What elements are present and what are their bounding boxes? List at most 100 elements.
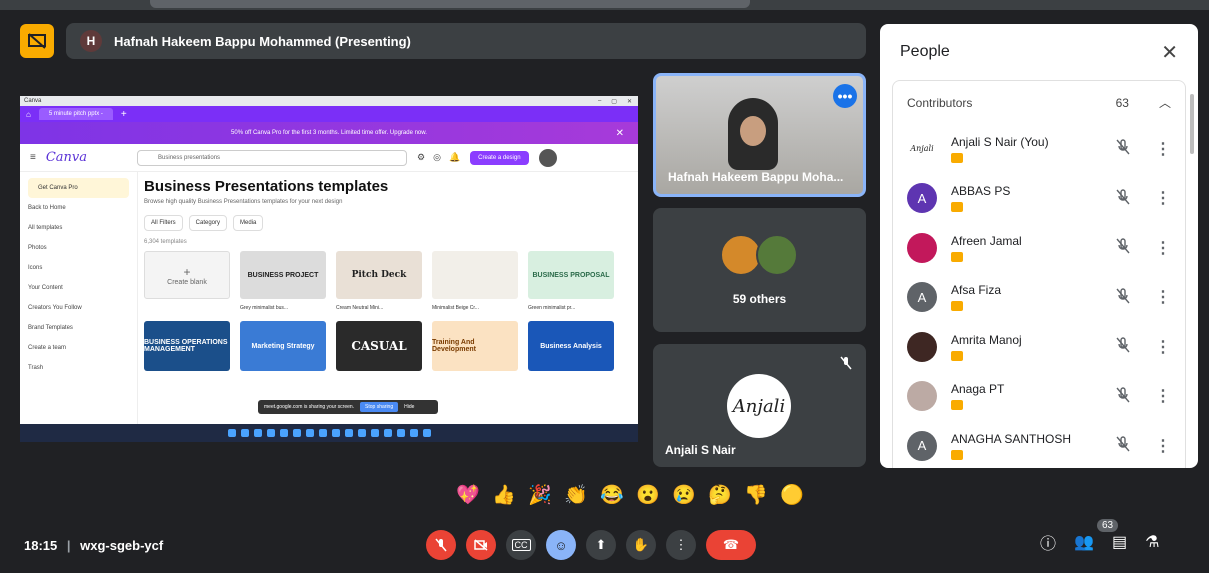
present-screen-icon: ⬆ — [595, 537, 607, 552]
windows-taskbar — [20, 424, 638, 442]
people-panel: People ✕ Contributors 63 ︿ Anjali Anjali S… — [880, 24, 1198, 468]
mic-off-icon — [435, 538, 447, 552]
participant-row[interactable]: Amrita Manoj ⋮ — [893, 322, 1185, 372]
create-design-button: Create a design — [470, 150, 529, 165]
presenter-video-tile[interactable]: ••• Hafnah Hakeem Bappu Moha... — [653, 73, 866, 197]
mic-off-icon[interactable] — [1111, 387, 1135, 406]
participant-name: Afsa Fiza — [951, 283, 1002, 298]
anjali-tile[interactable]: Anjali Anjali S Nair — [653, 344, 866, 467]
canva-logo: Canva — [45, 150, 88, 165]
mic-off-icon[interactable] — [1111, 189, 1135, 208]
captions-icon: CC — [511, 539, 531, 551]
more-vert-icon[interactable]: ⋮ — [1155, 436, 1171, 456]
more-vert-icon[interactable]: ⋮ — [1155, 238, 1171, 258]
call-controls: CC ☺ ⬆ ✋ ⋮ ☎ — [426, 530, 756, 560]
contributor-badge-icon — [951, 202, 963, 213]
more-vert-icon[interactable]: ⋮ — [1155, 386, 1171, 406]
avatar: Anjali — [907, 133, 937, 164]
contributor-badge-icon — [951, 449, 963, 460]
chat-icon[interactable]: ▤ — [1112, 532, 1127, 552]
more-options-button[interactable]: ⋮ — [666, 530, 696, 560]
screen-share-notice: meet.google.com is sharing your screen. … — [258, 400, 438, 414]
canva-header: ≡ Canva Business presentations ⚙ ◎ 🔔 Creat… — [20, 144, 638, 172]
participant-name: Anjali S Nair (You) — [951, 134, 1049, 149]
reaction-emoji[interactable]: 🤔 — [708, 483, 732, 507]
contributor-badge-icon — [951, 301, 963, 312]
people-icon[interactable]: 👥 — [1074, 532, 1094, 552]
others-count: 59 others — [732, 292, 787, 306]
mic-off-icon — [840, 356, 852, 373]
presenting-banner: H Hafnah Hakeem Bappu Mohammed (Presenti… — [66, 23, 866, 59]
present-button[interactable]: ⬆ — [586, 530, 616, 560]
presentation-layout-icon[interactable] — [20, 24, 54, 58]
template-row-1: + Create blank BUSINESS PROJECT Pitch Dec… — [144, 251, 632, 299]
chevron-up-icon[interactable]: ︿ — [1159, 94, 1171, 111]
reaction-emoji[interactable]: 😮 — [636, 483, 660, 507]
mic-off-icon[interactable] — [1111, 139, 1135, 158]
meeting-time: 18:15 — [24, 538, 58, 553]
reactions-button[interactable]: ☺ — [546, 530, 576, 560]
hand-icon: ✋ — [632, 537, 650, 552]
reaction-emoji[interactable]: 👏 — [564, 483, 588, 507]
reaction-emoji[interactable]: 😂 — [600, 483, 624, 507]
mic-off-icon[interactable] — [1111, 337, 1135, 356]
side-controls: ⓘ 👥 ▤ ⚗ — [1040, 530, 1159, 554]
raise-hand-button[interactable]: ✋ — [626, 530, 656, 560]
mic-off-icon[interactable] — [1111, 238, 1135, 257]
scrollbar[interactable] — [1190, 94, 1194, 154]
canva-sidebar: Get Canva Pro Back to Home All templates… — [20, 172, 138, 442]
reaction-emoji[interactable]: 🎉 — [528, 483, 552, 507]
phone-hangup-icon: ☎ — [722, 537, 740, 552]
participant-row[interactable]: Anaga PT ⋮ — [893, 372, 1185, 422]
captions-button[interactable]: CC — [506, 530, 536, 560]
participant-count-badge: 63 — [1097, 519, 1119, 532]
avatar: A — [907, 430, 937, 461]
browser-tabs: ⌂ 5 minute pitch pptx - + — [20, 106, 638, 122]
camera-toggle-button[interactable] — [466, 530, 496, 560]
participant-name: ANAGHA SANTHOSH — [951, 431, 1072, 446]
participant-row[interactable]: A ABBAS PS ⋮ — [893, 174, 1185, 224]
more-vert-icon[interactable]: ⋮ — [1155, 139, 1171, 159]
camera-off-icon — [474, 539, 488, 551]
more-options-icon[interactable]: ••• — [833, 84, 857, 108]
reaction-emoji[interactable]: 👎 — [744, 483, 768, 507]
contributors-header[interactable]: Contributors 63 ︿ — [892, 80, 1186, 124]
window-titlebar: Canva – ▢ ✕ — [20, 96, 638, 106]
leave-call-button[interactable]: ☎ — [706, 530, 756, 560]
more-vert-icon[interactable]: ⋮ — [1155, 337, 1171, 357]
others-tile[interactable]: 59 others — [653, 208, 866, 332]
contributor-badge-icon — [951, 152, 963, 163]
templates-heading: Business Presentations templates — [144, 178, 389, 195]
meeting-code: wxg-sgeb-ycf — [80, 538, 164, 553]
participant-name: Anaga PT — [951, 382, 1005, 397]
close-icon[interactable]: ✕ — [1161, 40, 1178, 65]
mic-toggle-button[interactable] — [426, 530, 456, 560]
reaction-emoji[interactable]: 💖 — [456, 483, 480, 507]
participant-name: ABBAS PS — [951, 184, 1011, 199]
reaction-emoji[interactable]: 👍 — [492, 483, 516, 507]
contributors-count: 63 — [1115, 95, 1129, 110]
contributor-badge-icon — [951, 350, 963, 361]
participant-row[interactable]: A ANAGHA SANTHOSH ⋮ — [893, 421, 1185, 468]
avatar — [907, 381, 937, 412]
avatar — [756, 234, 798, 276]
emoji-icon: ☺ — [554, 537, 568, 553]
avatar — [907, 331, 937, 362]
participant-row[interactable]: A Afsa Fiza ⋮ — [893, 273, 1185, 323]
more-vert-icon[interactable]: ⋮ — [1155, 287, 1171, 307]
more-vert-icon[interactable]: ⋮ — [1155, 188, 1171, 208]
reaction-emoji[interactable]: 😢 — [672, 483, 696, 507]
participant-name: Amrita Manoj — [951, 332, 1022, 347]
mic-off-icon[interactable] — [1111, 436, 1135, 455]
participant-row[interactable]: Afreen Jamal ⋮ — [893, 223, 1185, 273]
participant-row[interactable]: Anjali Anjali S Nair (You) ⋮ — [893, 124, 1185, 174]
activities-icon[interactable]: ⚗ — [1145, 532, 1159, 552]
more-vert-icon: ⋮ — [674, 537, 688, 552]
canva-search: Business presentations — [137, 149, 408, 166]
info-icon[interactable]: ⓘ — [1040, 530, 1056, 554]
presenter-tile-name: Hafnah Hakeem Bappu Moha... — [668, 170, 844, 184]
reaction-emoji[interactable]: 🟡 — [780, 483, 804, 507]
avatar: A — [907, 183, 937, 214]
mic-off-icon[interactable] — [1111, 288, 1135, 307]
participant-list: Anjali Anjali S Nair (You) ⋮ A ABBAS PS ⋮ Afre… — [892, 124, 1186, 468]
